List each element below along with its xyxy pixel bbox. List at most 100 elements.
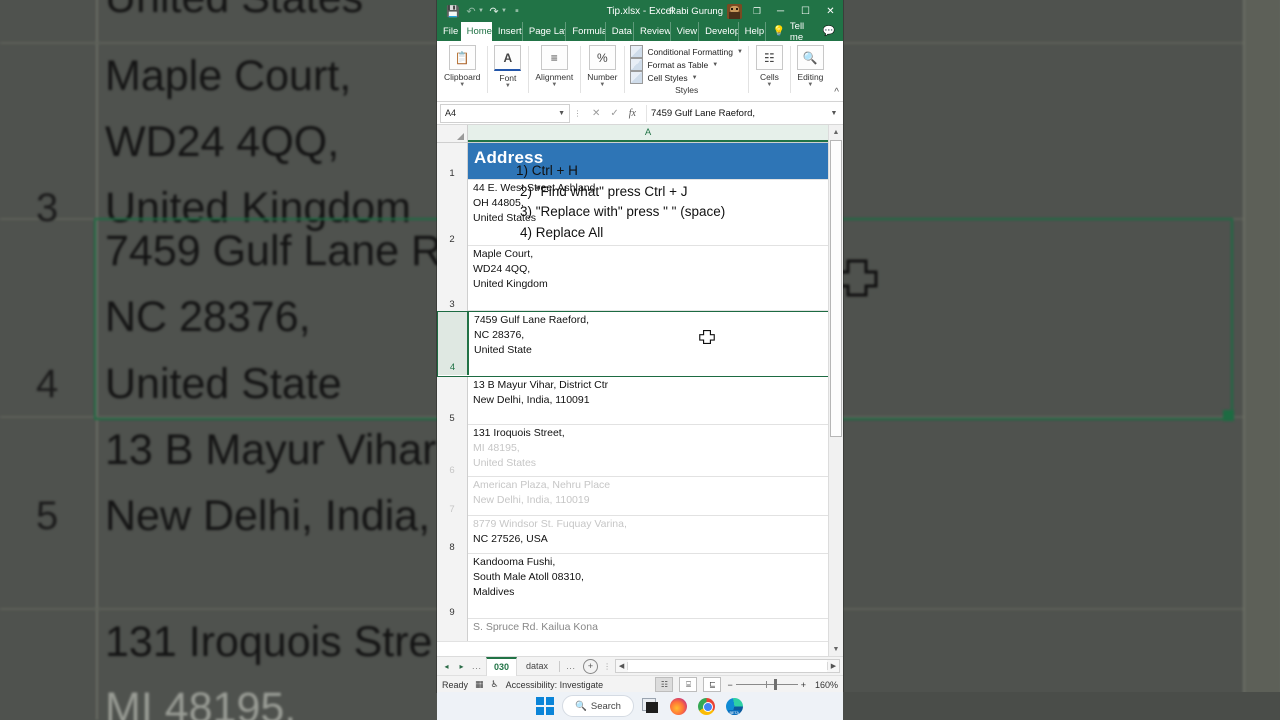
row-header-1[interactable]: 1 bbox=[437, 143, 468, 181]
table-row[interactable]: 3 Maple Court, WD24 4QQ, United Kingdom bbox=[437, 246, 843, 312]
sheet-tab-datax[interactable]: datax bbox=[519, 658, 555, 675]
chevron-down-icon[interactable]: ▼ bbox=[766, 82, 772, 89]
cell-a8[interactable]: 8779 Windsor St. Fuquay Varina, NC 27526… bbox=[468, 516, 843, 553]
cell-a5[interactable]: 13 B Mayur Vihar, District Ctr New Delhi… bbox=[468, 377, 843, 424]
comments-icon[interactable]: 💬 bbox=[815, 22, 843, 41]
close-button[interactable]: ✕ bbox=[818, 0, 843, 22]
table-row-selected[interactable]: 4 7459 Gulf Lane Raeford, NC 28376, Unit… bbox=[437, 311, 843, 379]
row-header-9[interactable]: 9 bbox=[437, 554, 468, 620]
horizontal-scrollbar[interactable]: ◀ ▶ bbox=[615, 659, 840, 673]
row-header-7[interactable]: 7 bbox=[437, 477, 468, 517]
start-button[interactable] bbox=[534, 695, 556, 717]
save-icon[interactable]: 💾 bbox=[445, 3, 461, 19]
avatar[interactable] bbox=[727, 3, 742, 19]
normal-view-button[interactable]: ☷ bbox=[655, 677, 674, 692]
tab-file[interactable]: File bbox=[437, 22, 461, 41]
chevron-down-icon[interactable]: ▼ bbox=[599, 82, 605, 89]
ribbon-display-options-icon[interactable]: ❐ bbox=[746, 6, 768, 17]
table-row[interactable]: 7 American Plaza, Nehru Place New Delhi,… bbox=[437, 477, 843, 517]
chevron-down-icon[interactable]: ▼ bbox=[459, 82, 465, 89]
tell-me-box[interactable]: 💡 Tell me bbox=[766, 21, 814, 43]
ribbon-group-editing[interactable]: 🔍 Editing ▼ bbox=[789, 43, 831, 99]
undo-dropdown-icon[interactable]: ▼ bbox=[478, 8, 484, 14]
row-header-8[interactable]: 8 bbox=[437, 516, 468, 555]
ribbon-group-alignment[interactable]: ≡ Alignment ▼ bbox=[528, 43, 580, 99]
tab-view[interactable]: View bbox=[671, 22, 700, 41]
enter-icon[interactable]: ✓ bbox=[610, 108, 618, 119]
zoom-in-button[interactable]: + bbox=[801, 680, 806, 690]
firefox-button[interactable] bbox=[668, 695, 690, 717]
chevron-down-icon[interactable]: ▼ bbox=[807, 82, 813, 89]
chevron-down-icon[interactable]: ▼ bbox=[505, 83, 511, 90]
zoom-level[interactable]: 160% bbox=[812, 680, 838, 690]
conditional-formatting-button[interactable]: Conditional Formatting ▼ bbox=[630, 45, 743, 58]
taskbar-search[interactable]: 🔍 Search bbox=[562, 695, 634, 717]
chevron-down-icon[interactable]: ▼ bbox=[558, 110, 565, 117]
cell-a9[interactable]: Kandooma Fushi, South Male Atoll 08310, … bbox=[468, 554, 843, 618]
zoom-slider[interactable] bbox=[735, 679, 798, 690]
account-area[interactable]: Rabi Gurung bbox=[669, 3, 742, 19]
tab-review[interactable]: Review bbox=[634, 22, 671, 41]
more-sheets-right-icon[interactable]: ... bbox=[564, 662, 578, 671]
zoom-slider-thumb[interactable] bbox=[773, 679, 777, 690]
scroll-right-button[interactable]: ▶ bbox=[827, 662, 839, 670]
vertical-scrollbar[interactable]: ▲ ▼ bbox=[828, 125, 843, 656]
ribbon-group-font[interactable]: A Font ▼ bbox=[487, 43, 528, 99]
row-header-6[interactable]: 6 bbox=[437, 425, 468, 478]
cell-a3[interactable]: Maple Court, WD24 4QQ, United Kingdom bbox=[468, 246, 843, 310]
sheet-tab-grip[interactable]: ⋮ bbox=[603, 662, 611, 671]
scroll-up-button[interactable]: ▲ bbox=[829, 125, 843, 139]
sheet-tab-030[interactable]: 030 bbox=[486, 656, 518, 676]
format-as-table-button[interactable]: Format as Table ▼ bbox=[630, 58, 742, 71]
select-all-corner[interactable] bbox=[437, 125, 468, 142]
tab-home[interactable]: Home bbox=[460, 22, 492, 41]
column-header-a[interactable]: A bbox=[468, 125, 829, 142]
redo-icon[interactable]: ↷ bbox=[486, 3, 502, 19]
file-explorer-button[interactable] bbox=[640, 695, 662, 717]
scroll-left-button[interactable]: ◀ bbox=[616, 662, 629, 670]
bg-vertical-scrollbar[interactable] bbox=[1243, 0, 1280, 720]
accessibility-status[interactable]: Accessibility: Investigate bbox=[506, 680, 604, 690]
tab-insert[interactable]: Insert bbox=[492, 22, 523, 41]
ribbon-group-clipboard[interactable]: 📋 Clipboard ▼ bbox=[437, 43, 487, 99]
last-sheet-button[interactable]: ▸ bbox=[455, 662, 468, 671]
table-row[interactable]: 8 8779 Windsor St. Fuquay Varina, NC 275… bbox=[437, 516, 843, 555]
first-sheet-button[interactable]: ◂ bbox=[440, 662, 453, 671]
table-row[interactable]: S. Spruce Rd. Kailua Kona bbox=[437, 619, 843, 642]
formula-bar-grip[interactable]: ⋮ bbox=[573, 109, 582, 118]
page-layout-view-button[interactable]: ⌸ bbox=[679, 677, 698, 692]
horizontal-scroll-track[interactable] bbox=[628, 660, 827, 672]
scrollbar-thumb[interactable] bbox=[830, 140, 842, 437]
cell-styles-button[interactable]: Cell Styles ▼ bbox=[630, 71, 742, 84]
redo-dropdown-icon[interactable]: ▼ bbox=[501, 8, 507, 14]
macro-record-icon[interactable]: ▦ bbox=[475, 679, 484, 690]
cell-a6[interactable]: 131 Iroquois Street, MI 48195, United St… bbox=[468, 425, 843, 476]
zoom-control[interactable]: − + bbox=[727, 679, 806, 690]
row-header-5[interactable]: 5 bbox=[437, 377, 468, 426]
collapse-ribbon-icon[interactable]: ^ bbox=[834, 87, 839, 98]
cell-a7[interactable]: American Plaza, Nehru Place New Delhi, I… bbox=[468, 477, 843, 515]
undo-icon[interactable]: ↶ bbox=[463, 3, 479, 19]
insert-function-icon[interactable]: fx bbox=[629, 108, 636, 119]
more-sheets-left-icon[interactable]: ... bbox=[470, 662, 484, 671]
maximize-button[interactable]: ☐ bbox=[793, 0, 818, 22]
row-header-2[interactable]: 2 bbox=[437, 180, 468, 247]
ribbon-group-cells[interactable]: ☷ Cells ▼ bbox=[749, 43, 790, 99]
chevron-down-icon[interactable]: ▼ bbox=[712, 62, 718, 68]
cancel-icon[interactable]: ✕ bbox=[592, 108, 600, 119]
table-row[interactable]: 5 13 B Mayur Vihar, District Ctr New Del… bbox=[437, 377, 843, 426]
chrome-button[interactable] bbox=[696, 695, 718, 717]
name-box[interactable]: A4 ▼ bbox=[440, 103, 570, 123]
ribbon-group-number[interactable]: % Number ▼ bbox=[580, 43, 624, 99]
add-sheet-button[interactable]: + bbox=[583, 658, 599, 674]
expand-formula-bar-icon[interactable]: ▼ bbox=[828, 110, 840, 117]
chevron-down-icon[interactable]: ▼ bbox=[551, 82, 557, 89]
tab-developer[interactable]: Develop bbox=[699, 22, 739, 41]
zoom-out-button[interactable]: − bbox=[727, 680, 732, 690]
tab-help[interactable]: Help bbox=[739, 22, 767, 41]
customize-qat-icon[interactable]: ▪ bbox=[509, 3, 525, 19]
tab-data[interactable]: Data bbox=[606, 22, 635, 41]
scroll-down-button[interactable]: ▼ bbox=[829, 642, 843, 656]
row-header-10[interactable] bbox=[437, 619, 468, 641]
chevron-down-icon[interactable]: ▼ bbox=[692, 75, 698, 81]
